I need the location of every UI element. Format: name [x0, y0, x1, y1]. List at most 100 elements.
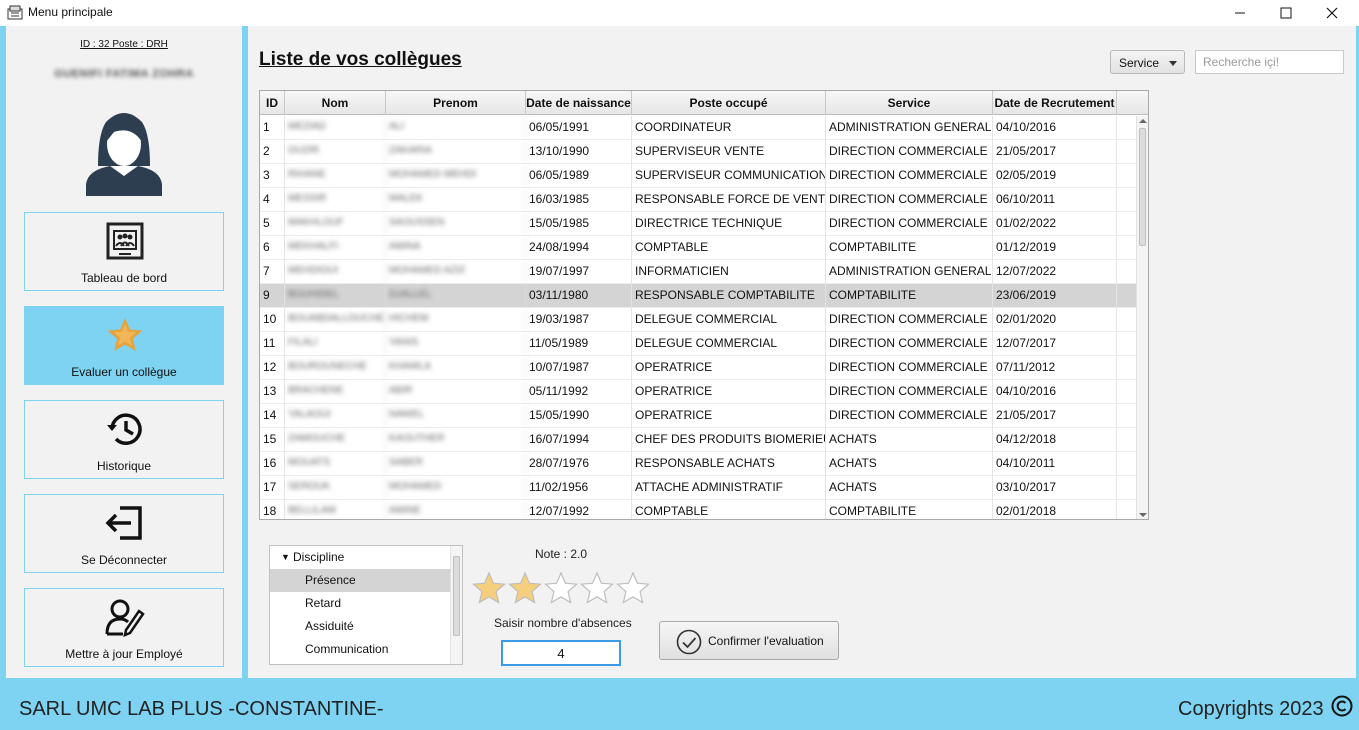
table-cell: BRACHENE [285, 380, 386, 404]
table-cell: 06/05/1989 [526, 164, 632, 188]
table-row[interactable]: 4 MESSIR MALEK 16/03/1985 RESPONSABLE FORCE … [260, 188, 1136, 212]
table-cell: MESSIR [285, 188, 386, 212]
table-cell: DIRECTRICE TECHNIQUE [632, 212, 826, 236]
table-cell: DIRECTION COMMERCIALE [826, 404, 993, 428]
table-cell: DJALLEL [386, 284, 526, 308]
scroll-up-icon[interactable] [1139, 119, 1147, 123]
nav-evaluate-button[interactable]: Evaluer un collègue [24, 306, 224, 385]
table-cell: 23/06/2019 [993, 284, 1117, 308]
column-header[interactable]: Poste occupé [632, 91, 826, 115]
tree-item-criterion[interactable]: Retard [270, 592, 450, 615]
table-cell: 12/07/1992 [526, 500, 632, 519]
table-row[interactable]: 9 BOUHIDEL DJALLEL 03/11/1980 RESPONSABLE CO… [260, 284, 1136, 308]
star-filled-icon[interactable] [472, 571, 506, 605]
tree-scrollbar[interactable] [450, 546, 462, 664]
table-row[interactable]: 18 BELLILAM AMINE 12/07/1992 COMPTABLE COMPTA… [260, 500, 1136, 519]
absences-input[interactable] [501, 640, 621, 666]
rating-label: Note : 2.0 [535, 547, 588, 561]
table-row[interactable]: 11 FILALI YANIS 11/05/1989 DELEGUE COMMERCIA… [260, 332, 1136, 356]
tree-item-criterion[interactable]: Assiduité [270, 615, 450, 638]
scrollbar-thumb[interactable] [1139, 128, 1146, 246]
table-cell: COMPTABLE [632, 500, 826, 519]
table-row[interactable]: 15 ZAMOUCHE KAOUTHER 16/07/1994 CHEF DES PRO… [260, 428, 1136, 452]
search-input[interactable] [1195, 50, 1344, 74]
table-row[interactable]: 1 MEZIAD ALI 06/05/1991 COORDINATEUR ADMINIST… [260, 116, 1136, 140]
table-row[interactable]: 12 BOUROUNECHE KHAWLA 10/07/1987 OPERATRICE D… [260, 356, 1136, 380]
nav-dashboard-button[interactable]: Tableau de bord [24, 212, 224, 291]
tree-item-label: Communication [305, 642, 389, 656]
table-cell: COMPTABILITE [826, 236, 993, 260]
close-button[interactable] [1309, 0, 1355, 26]
star-empty-icon[interactable] [616, 571, 650, 605]
table-cell: 07/11/2012 [993, 356, 1117, 380]
table-row[interactable]: 2 OUZIR ZAKARIA 13/10/1990 SUPERVISEUR VENTE… [260, 140, 1136, 164]
column-header[interactable]: Date de naissance [526, 91, 632, 115]
table-cell: 06/10/2011 [993, 188, 1117, 212]
table-row[interactable]: 16 MOUATS SABER 28/07/1976 RESPONSABLE ACHAT… [260, 452, 1136, 476]
table-cell: DELEGUE COMMERCIAL [632, 332, 826, 356]
table-cell: SAOUSSEN [386, 212, 526, 236]
table-cell: BOUHIDEL [285, 284, 386, 308]
table-row[interactable]: 5 MAKHLOUF SAOUSSEN 15/05/1985 DIRECTRICE TE… [260, 212, 1136, 236]
column-header[interactable]: Nom [285, 91, 386, 115]
table-row[interactable]: 14 YALAOUI NAWEL 15/05/1990 OPERATRICE DIRECT… [260, 404, 1136, 428]
table-cell: ACHATS [826, 428, 993, 452]
table-cell: 9 [260, 284, 285, 308]
table-row[interactable]: 13 BRACHENE ABIR 05/11/1992 OPERATRICE DIRECT… [260, 380, 1136, 404]
copyright-icon [1331, 695, 1353, 717]
column-header[interactable]: Service [826, 91, 993, 115]
table-cell: MALEK [386, 188, 526, 212]
star-filled-icon[interactable] [508, 571, 542, 605]
table-cell: ACHATS [826, 476, 993, 500]
table-cell: NAWEL [386, 404, 526, 428]
table-cell: MEKHALFI [285, 236, 386, 260]
column-header[interactable]: Prenom [386, 91, 526, 115]
service-filter-dropdown[interactable]: Service [1110, 50, 1185, 74]
maximize-button[interactable] [1263, 0, 1309, 26]
star-rating[interactable] [472, 571, 650, 605]
confirm-evaluation-button[interactable]: Confirmer l'evaluation [659, 621, 839, 660]
table-cell: 04/10/2011 [993, 452, 1117, 476]
table-cell: ALI [386, 116, 526, 140]
table-cell: 13/10/1990 [526, 140, 632, 164]
tree-item-criterion[interactable]: Présence [270, 569, 450, 592]
table-row[interactable]: 6 MEKHALFI AMINA 24/08/1994 COMPTABLE COMPTAB… [260, 236, 1136, 260]
table-cell: 02/05/2019 [993, 164, 1117, 188]
column-header[interactable]: Date de Recrutement [993, 91, 1117, 115]
logout-icon [105, 506, 142, 540]
nav-history-button[interactable]: Historique [24, 400, 224, 479]
tree-item-criterion[interactable]: Communication [270, 638, 450, 661]
tree-scrollbar-thumb[interactable] [453, 556, 460, 636]
chevron-down-icon [1169, 61, 1177, 66]
table-cell: 11/05/1989 [526, 332, 632, 356]
star-empty-icon[interactable] [544, 571, 578, 605]
table-row[interactable]: 17 SEROUK MOHAMED 11/02/1956 ATTACHE ADMINIS… [260, 476, 1136, 500]
minimize-button[interactable] [1217, 0, 1263, 26]
table-cell: COMPTABILITE [826, 284, 993, 308]
tree-group-discipline[interactable]: ▼ Discipline [270, 546, 450, 569]
minimize-icon [1235, 12, 1245, 14]
nav-update-employee-button[interactable]: Mettre à jour Employé [24, 588, 224, 667]
window-title: Menu principale [28, 5, 113, 19]
table-row[interactable]: 7 MEHDIOUI MOHAMED AZIZ 19/07/1997 INFORMATI… [260, 260, 1136, 284]
table-row[interactable]: 10 BOUABDALLOUCHE HICHEM 19/03/1987 DELEGUE … [260, 308, 1136, 332]
table-cell: 13 [260, 380, 285, 404]
column-header[interactable]: ID [260, 91, 285, 115]
table-cell: SUPERVISEUR COMMUNICATION [632, 164, 826, 188]
table-scrollbar[interactable] [1136, 116, 1148, 519]
user-name: GUENIFI FATIMA ZOHRA [54, 68, 194, 80]
table-cell: RESPONSABLE ACHATS [632, 452, 826, 476]
tree-item-label: Présence [305, 573, 356, 587]
table-cell: DIRECTION COMMERCIALE [826, 164, 993, 188]
table-cell: RESPONSABLE FORCE DE VENTE [632, 188, 826, 212]
app-icon [7, 5, 23, 20]
star-empty-icon[interactable] [580, 571, 614, 605]
table-cell: 10 [260, 308, 285, 332]
scroll-down-icon[interactable] [1139, 513, 1147, 517]
nav-evaluate-label: Evaluer un collègue [71, 365, 177, 379]
table-cell: DIRECTION COMMERCIALE [826, 188, 993, 212]
table-row[interactable]: 3 RIHANE MOHAMED MEHDI 06/05/1989 SUPERVISEU… [260, 164, 1136, 188]
expand-arrow-icon[interactable]: ▼ [281, 546, 290, 569]
nav-logout-button[interactable]: Se Déconnecter [24, 494, 224, 573]
table-cell: 18 [260, 500, 285, 519]
